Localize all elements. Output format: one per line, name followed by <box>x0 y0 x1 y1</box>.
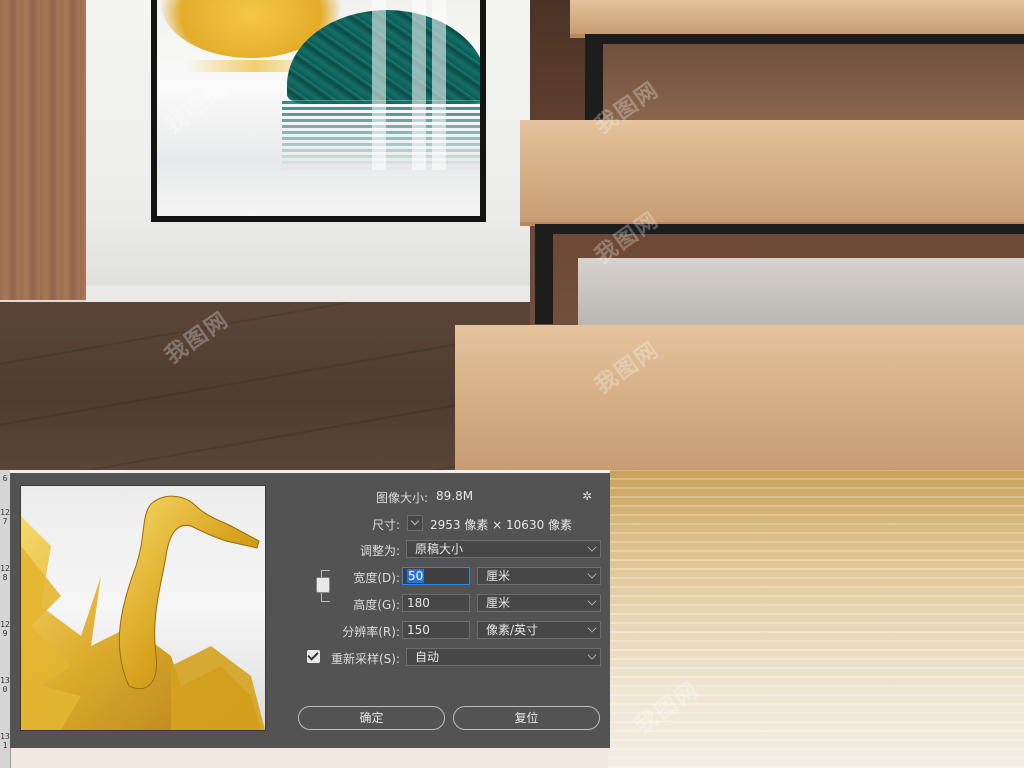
stair-rail <box>585 34 1024 44</box>
stair-tread <box>520 120 1024 226</box>
chevron-down-icon <box>410 516 420 526</box>
dimensions-unit-dropdown[interactable] <box>407 515 423 531</box>
ruler-mark: 128 <box>0 564 10 582</box>
golden-swan-image <box>21 495 265 730</box>
dimensions-value: 2953 像素 × 10630 像素 <box>430 518 573 532</box>
light-stripe <box>412 0 426 170</box>
ruler-mark: 131 <box>0 732 10 750</box>
fit-to-value: 原稿大小 <box>415 542 464 556</box>
gear-icon[interactable]: ✲ <box>580 489 594 503</box>
chevron-down-icon <box>587 569 597 579</box>
height-input[interactable]: 180 <box>402 594 470 612</box>
light-stripe <box>372 0 386 170</box>
dimensions-label: 尺寸: <box>371 518 400 532</box>
fit-to-dropdown[interactable]: 原稿大小 <box>406 540 601 558</box>
resolution-input[interactable]: 150 <box>402 621 470 639</box>
width-unit-dropdown[interactable]: 厘米 <box>477 567 601 585</box>
chevron-down-icon <box>587 596 597 606</box>
chevron-down-icon <box>587 542 597 552</box>
resolution-label: 分辨率(R): <box>342 625 400 639</box>
width-label: 宽度(D): <box>353 571 400 585</box>
resample-dropdown[interactable]: 自动 <box>406 648 601 666</box>
ruler-mark: 6 <box>2 474 8 483</box>
ruler-mark: 130 <box>0 676 10 694</box>
stair-riser <box>590 38 1024 120</box>
baseboard <box>86 286 531 302</box>
stair-tread <box>455 325 1024 474</box>
fit-to-label: 调整为: <box>359 544 400 558</box>
resample-value: 自动 <box>415 650 440 664</box>
resolution-unit-dropdown[interactable]: 像素/英寸 <box>477 621 601 639</box>
link-icon[interactable] <box>316 577 330 593</box>
resolution-value: 150 <box>407 623 430 637</box>
width-unit: 厘米 <box>486 569 511 583</box>
resample-checkbox[interactable] <box>307 650 320 663</box>
image-size-value: 89.8M <box>436 489 474 503</box>
resolution-unit: 像素/英寸 <box>486 623 539 637</box>
image-preview[interactable] <box>20 485 266 731</box>
width-input[interactable]: 50 <box>402 567 470 585</box>
height-unit-dropdown[interactable]: 厘米 <box>477 594 601 612</box>
ruler-mark: 129 <box>0 620 10 638</box>
stair-post <box>535 226 553 324</box>
chevron-down-icon <box>587 623 597 633</box>
reset-button[interactable]: 复位 <box>453 706 600 730</box>
stair-riser <box>578 258 1024 326</box>
image-size-label: 图像大小: <box>375 491 428 505</box>
image-size-dialog: 图像大小: 89.8M ✲ 尺寸: 2953 像素 × 10630 像素 调整为… <box>10 470 610 748</box>
ok-button[interactable]: 确定 <box>298 706 445 730</box>
chevron-down-icon <box>587 650 597 660</box>
light-stripe <box>432 0 446 170</box>
stair-tread <box>570 0 1024 38</box>
ruler-mark: 127 <box>0 508 10 526</box>
resample-label: 重新采样(S): <box>330 652 400 666</box>
height-value: 180 <box>407 596 430 610</box>
height-unit: 厘米 <box>486 596 511 610</box>
gold-reflection-floor <box>608 470 1024 768</box>
width-value: 50 <box>407 569 425 583</box>
link-bracket <box>321 593 330 602</box>
wood-panel <box>0 0 86 300</box>
height-label: 高度(G): <box>353 598 400 612</box>
bottom-strip <box>0 748 608 768</box>
